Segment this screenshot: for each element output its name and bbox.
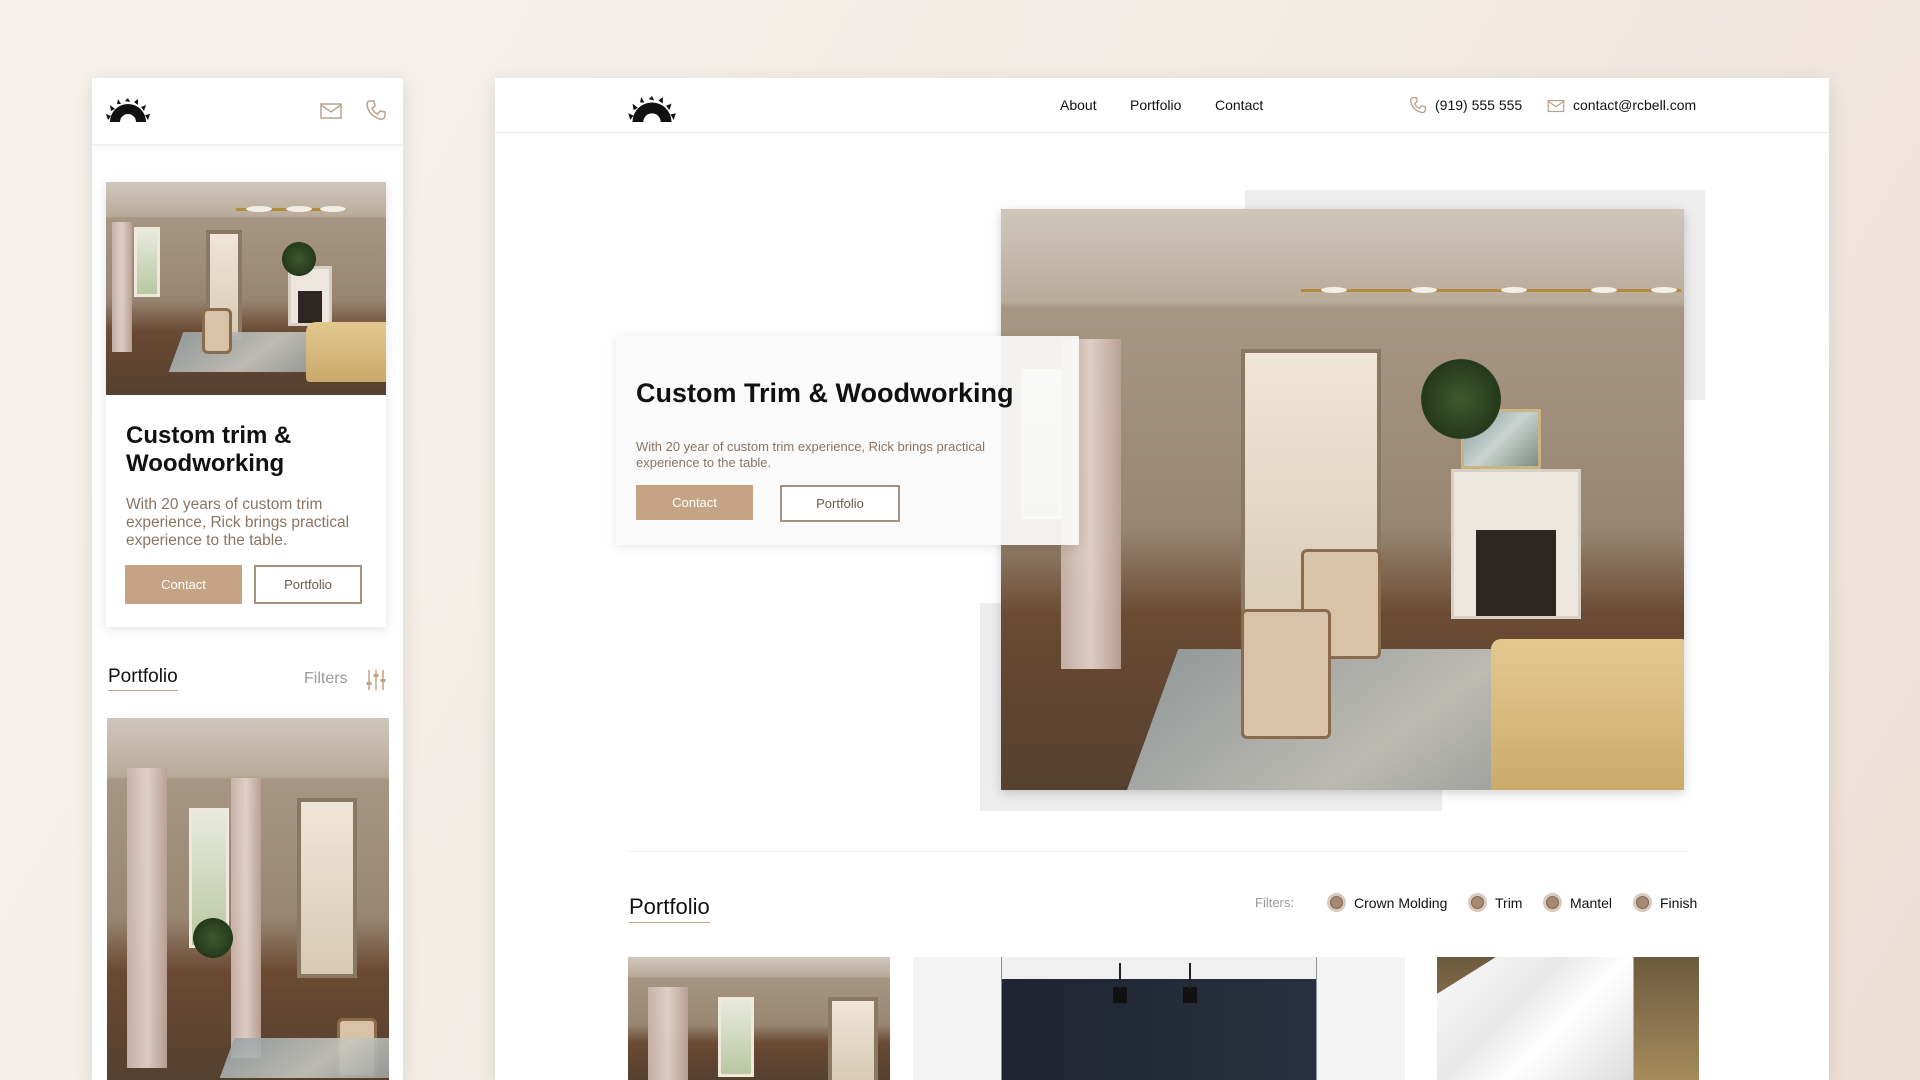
filter-label: Finish (1660, 894, 1698, 911)
portfolio-thumbnail[interactable] (913, 957, 1405, 1080)
desktop-hero-card: Custom Trim & Woodworking With 20 year o… (616, 336, 1079, 545)
filter-radio-icon[interactable] (1468, 893, 1487, 912)
mail-icon[interactable] (1547, 99, 1565, 113)
portfolio-thumbnail[interactable] (628, 957, 890, 1080)
filter-radio-icon[interactable] (1543, 893, 1562, 912)
phone-icon[interactable] (1409, 96, 1427, 114)
filter-trim[interactable]: Trim (1468, 893, 1522, 912)
filter-radio-icon[interactable] (1327, 893, 1346, 912)
filter-label: Crown Molding (1354, 894, 1448, 911)
nav-contact[interactable]: Contact (1215, 97, 1263, 113)
portfolio-image[interactable] (107, 718, 389, 1080)
phone-number[interactable]: (919) 555 555 (1435, 97, 1522, 113)
saw-blade-icon[interactable] (106, 98, 150, 122)
portfolio-thumbnail[interactable] (1437, 957, 1699, 1080)
hero-title: Custom Trim & Woodworking (636, 378, 1014, 408)
filter-radio-icon[interactable] (1633, 893, 1652, 912)
email-address[interactable]: contact@rcbell.com (1573, 97, 1696, 113)
mobile-mockup: Custom trim & Woodworking With 20 years … (92, 78, 403, 1080)
filter-crown-molding[interactable]: Crown Molding (1327, 893, 1447, 912)
hero-image (106, 182, 386, 395)
portfolio-title: Portfolio (108, 666, 178, 691)
nav-about[interactable]: About (1060, 97, 1097, 113)
nav-portfolio[interactable]: Portfolio (1130, 97, 1181, 113)
section-divider (627, 851, 1687, 852)
mobile-header (92, 78, 403, 145)
filters-label: Filters: (1255, 895, 1294, 910)
contact-button[interactable]: Contact (636, 485, 753, 520)
desktop-mockup: About Portfolio Contact (919) 555 555 co… (495, 78, 1829, 1080)
hero-description: With 20 year of custom trim experience, … (636, 439, 985, 470)
filter-finish[interactable]: Finish (1633, 893, 1697, 912)
sliders-icon[interactable] (366, 669, 386, 691)
filter-mantel[interactable]: Mantel (1543, 893, 1612, 912)
hero-description: With 20 years of custom trim experience,… (126, 496, 350, 549)
portfolio-button[interactable]: Portfolio (780, 485, 900, 522)
mail-icon[interactable] (320, 102, 342, 120)
filter-label: Mantel (1570, 894, 1613, 911)
portfolio-button[interactable]: Portfolio (254, 565, 362, 604)
contact-button[interactable]: Contact (125, 565, 242, 604)
portfolio-title: Portfolio (629, 894, 710, 923)
desktop-header: About Portfolio Contact (919) 555 555 co… (495, 78, 1829, 133)
hero-image (1001, 209, 1684, 790)
hero-title: Custom trim & Woodworking (126, 422, 292, 477)
mobile-hero-card: Custom trim & Woodworking With 20 years … (106, 182, 386, 627)
filter-label: Trim (1495, 894, 1523, 911)
saw-blade-icon[interactable] (628, 96, 676, 122)
phone-icon[interactable] (365, 99, 387, 121)
filters-label[interactable]: Filters (304, 670, 348, 688)
